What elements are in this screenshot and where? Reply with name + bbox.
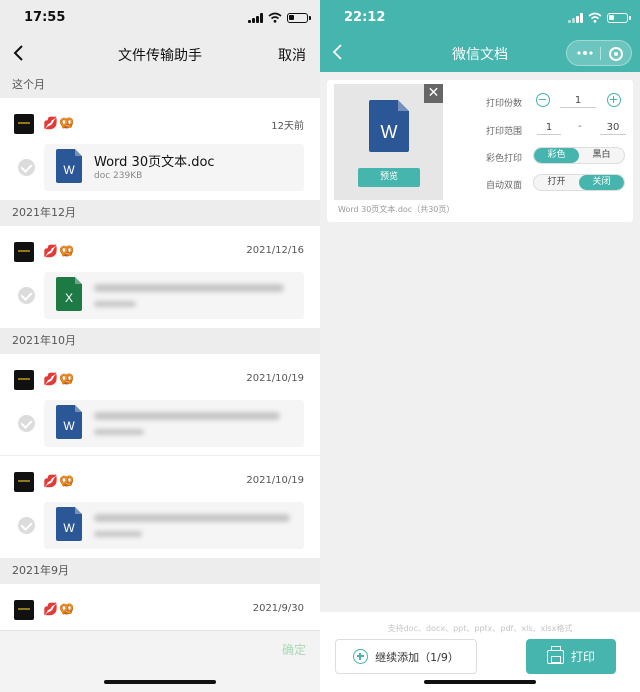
- copies-label: 打印份数: [486, 99, 523, 109]
- message-date: 2021/10/19: [246, 475, 304, 486]
- file-bubble[interactable]: W Word 30页文本.doc doc 239KB: [44, 144, 304, 191]
- word-file-icon: W: [56, 149, 82, 183]
- message-date: 12天前: [271, 121, 304, 132]
- message-group: 💋🥨 12天前 W Word 30页文本.doc doc 239KB: [0, 98, 320, 200]
- duplex-toggle: 打开 关闭: [533, 174, 625, 191]
- section-label-2021-9: 2021年9月: [0, 558, 320, 584]
- avatar: [14, 472, 34, 492]
- blurred-file-name: [94, 284, 284, 292]
- file-bubble[interactable]: X: [44, 272, 304, 319]
- color-toggle: 彩色 黑白: [533, 147, 625, 164]
- preview-button[interactable]: 预览: [358, 168, 420, 187]
- signal-icon: [248, 13, 263, 23]
- nav-bar: 文件传输助手 取消: [0, 36, 320, 72]
- continue-add-button[interactable]: 继续添加（1/9）: [335, 639, 477, 674]
- message-row[interactable]: 💋🥨 2021/10/19 W: [0, 354, 320, 456]
- status-bar: 17:55: [0, 0, 320, 36]
- duplex-option-on[interactable]: 打开: [534, 175, 579, 190]
- home-indicator: [104, 680, 216, 684]
- printer-icon: [546, 645, 564, 664]
- message-date: 2021/12/16: [246, 245, 304, 256]
- status-time: 17:55: [24, 10, 66, 25]
- decrease-copies-button[interactable]: [536, 93, 550, 107]
- color-label: 彩色打印: [486, 154, 523, 164]
- message-group: 💋🥨 2021/10/19 W 💋🥨 2021/10/19 W: [0, 354, 320, 558]
- battery-icon: [287, 13, 311, 23]
- section-label-2021-12: 2021年12月: [0, 200, 320, 226]
- status-icons: [248, 11, 311, 23]
- message-row[interactable]: 💋🥨 2021/12/16 X: [0, 226, 320, 328]
- avatar: [14, 114, 34, 134]
- remove-document-button[interactable]: ✕: [424, 84, 443, 103]
- duplex-label: 自动双面: [486, 181, 523, 191]
- more-icon[interactable]: [577, 51, 593, 55]
- continue-add-label: 继续添加（1/9）: [375, 650, 459, 664]
- file-bubble[interactable]: W: [44, 502, 304, 549]
- word-file-icon: W: [369, 100, 409, 152]
- wifi-icon: [268, 12, 282, 23]
- message-group: 💋🥨 2021/12/16 X: [0, 226, 320, 328]
- status-time: 22:12: [344, 10, 386, 25]
- blurred-file-size: [94, 531, 142, 537]
- avatar: [14, 242, 34, 262]
- message-row[interactable]: 💋🥨 12天前 W Word 30页文本.doc doc 239KB: [0, 98, 320, 200]
- sender-emoji: 💋🥨: [43, 116, 75, 130]
- sender-emoji: 💋🥨: [43, 372, 75, 386]
- avatar: [14, 370, 34, 390]
- message-date: 2021/9/30: [252, 603, 304, 614]
- range-separator: -: [578, 121, 582, 132]
- color-option-color[interactable]: 彩色: [534, 148, 579, 163]
- wifi-icon: [588, 12, 602, 23]
- select-checkbox[interactable]: [18, 415, 35, 432]
- document-card: W 预览 ✕ Word 30页文本.doc（共30页） 打印份数 1 打印范围 …: [327, 80, 633, 222]
- sender-emoji: 💋🥨: [43, 474, 75, 488]
- file-bubble[interactable]: W: [44, 400, 304, 447]
- sender-emoji: 💋🥨: [43, 244, 75, 258]
- supported-formats-text: 支持doc、docx、ppt、pptx、pdf、xls、xlsx格式: [387, 624, 573, 633]
- file-name: Word 30页文本.doc: [94, 155, 215, 170]
- wechat-doc-print-screen: 22:12 微信文档 W 预览 ✕ Word 30页文本.doc（共30页） 打…: [320, 0, 640, 692]
- plus-circle-icon: [353, 649, 369, 664]
- file-transfer-screen: 17:55 文件传输助手 取消 这个月 💋🥨 12天前 W Word 30页文本…: [0, 0, 320, 692]
- print-label: 打印: [570, 650, 595, 664]
- range-from-input[interactable]: 1: [537, 120, 561, 135]
- signal-icon: [568, 13, 583, 23]
- page-title: 文件传输助手: [118, 48, 202, 64]
- avatar: [14, 600, 34, 620]
- word-file-icon: W: [56, 507, 82, 541]
- header: 22:12 微信文档: [320, 0, 640, 72]
- close-mini-program-icon[interactable]: [609, 47, 623, 61]
- range-label: 打印范围: [486, 127, 523, 137]
- select-checkbox[interactable]: [18, 517, 35, 534]
- section-label-this-month: 这个月: [0, 72, 320, 98]
- select-checkbox[interactable]: [18, 287, 35, 304]
- status-icons: [568, 11, 631, 23]
- section-label-2021-10: 2021年10月: [0, 328, 320, 354]
- bottom-toolbar: 确定: [0, 630, 320, 692]
- increase-copies-button[interactable]: [607, 93, 621, 107]
- blurred-file-size: [94, 429, 144, 435]
- file-size: doc 239KB: [94, 171, 143, 181]
- message-row[interactable]: 💋🥨 2021/10/19 W: [0, 456, 320, 558]
- range-to-input[interactable]: 30: [600, 120, 626, 135]
- message-date: 2021/10/19: [246, 373, 304, 384]
- print-button[interactable]: 打印: [526, 639, 616, 674]
- sender-emoji: 💋🥨: [43, 602, 75, 616]
- confirm-button[interactable]: 确定: [282, 641, 306, 658]
- capsule-divider: [600, 47, 601, 60]
- color-option-bw[interactable]: 黑白: [579, 148, 624, 163]
- blurred-file-name: [94, 514, 290, 522]
- battery-icon: [607, 13, 631, 23]
- select-checkbox[interactable]: [18, 159, 35, 176]
- blurred-file-name: [94, 412, 280, 420]
- mini-program-capsule: [566, 40, 632, 66]
- word-file-icon: W: [56, 405, 82, 439]
- copies-input[interactable]: 1: [560, 93, 596, 108]
- document-caption: Word 30页文本.doc（共30页）: [338, 205, 455, 214]
- cancel-button[interactable]: 取消: [278, 45, 306, 65]
- duplex-option-off[interactable]: 关闭: [579, 175, 624, 190]
- excel-file-icon: X: [56, 277, 82, 311]
- blurred-file-size: [94, 301, 136, 307]
- home-indicator: [424, 680, 536, 684]
